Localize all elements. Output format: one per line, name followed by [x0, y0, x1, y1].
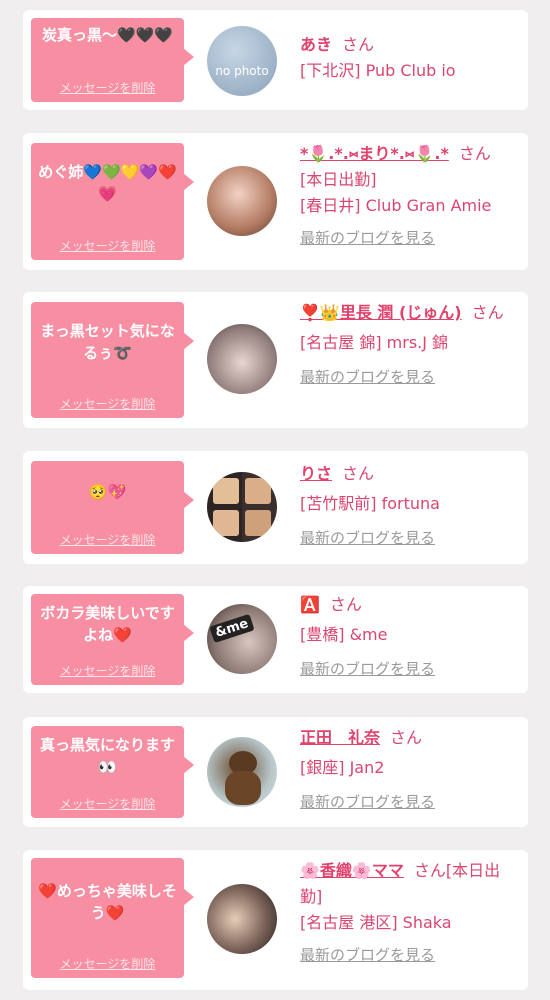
profile-info: りさ さん [苫竹駅前] fortuna 最新のブログを見る [300, 461, 520, 551]
message-bubble: 🥺💖 メッセージを削除 [31, 461, 194, 554]
honorific: さん [329, 595, 362, 614]
profile-name[interactable]: あき [300, 35, 332, 54]
message-bubble: まっ黒セット気になるぅ➰ メッセージを削除 [31, 302, 194, 418]
message-bubble: めぐ姉💙💚💛💜❤️💗 メッセージを削除 [31, 143, 194, 260]
delete-message-link[interactable]: メッセージを削除 [31, 531, 184, 548]
status-line: [本日出勤] [300, 170, 377, 189]
delete-message-link[interactable]: メッセージを削除 [31, 662, 184, 679]
profile-info: *🌷.*.⑅まり*.⑅🌷.* さん [本日出勤] [春日井] Club Gran … [300, 141, 520, 251]
profile-info: 🌸香織🌸ママ さん[本日出勤] [名古屋 港区] Shaka 最新のブログを見る [300, 858, 520, 968]
message-card: めぐ姉💙💚💛💜❤️💗 メッセージを削除 *🌷.*.⑅まり*.⑅🌷.* さん [本日… [23, 133, 528, 270]
message-text: ボカラ美味しいですよね❤️ [40, 604, 175, 644]
profile-name[interactable]: りさ [300, 464, 332, 483]
honorific: さん [471, 303, 504, 322]
message-text: めぐ姉💙💚💛💜❤️💗 [38, 163, 177, 203]
delete-message-link[interactable]: メッセージを削除 [31, 955, 184, 972]
delete-message-link[interactable]: メッセージを削除 [31, 237, 184, 254]
shop-line: [苫竹駅前] fortuna [300, 494, 440, 513]
message-text: 真っ黒気になります👀 [39, 736, 175, 776]
shop-line: [名古屋 錦] mrs.J 錦 [300, 333, 449, 352]
avatar[interactable]: no photo [207, 26, 277, 96]
delete-message-link[interactable]: メッセージを削除 [31, 395, 184, 412]
avatar-brand-text: &me [209, 613, 255, 644]
message-card: ❤️めっちゃ美味しそう❤️ メッセージを削除 🌸香織🌸ママ さん[本日出勤] [名… [23, 850, 528, 990]
avatar[interactable] [207, 324, 277, 394]
message-bubble: 炭真っ黒〜🖤🖤🖤 メッセージを削除 [31, 18, 194, 102]
message-card: 炭真っ黒〜🖤🖤🖤 メッセージを削除 no photo あき さん [下北沢] Pu… [23, 10, 528, 110]
profile-info: ❣️👑里長 潤 (じゅん) さん [名古屋 錦] mrs.J 錦 最新のブログを見… [300, 300, 520, 390]
shop-line: [名古屋 港区] Shaka [300, 913, 452, 932]
avatar[interactable] [207, 884, 277, 954]
message-bubble: ❤️めっちゃ美味しそう❤️ メッセージを削除 [31, 858, 194, 978]
honorific: さん [342, 35, 375, 54]
message-bubble: 真っ黒気になります👀 メッセージを削除 [31, 726, 194, 818]
latest-blog-link[interactable]: 最新のブログを見る [300, 942, 520, 968]
message-card: まっ黒セット気になるぅ➰ メッセージを削除 ❣️👑里長 潤 (じゅん) さん [名… [23, 292, 528, 428]
honorific: さん [390, 728, 423, 747]
avatar[interactable] [207, 166, 277, 236]
message-bubble: ボカラ美味しいですよね❤️ メッセージを削除 [31, 594, 194, 685]
delete-message-link[interactable]: メッセージを削除 [31, 795, 184, 812]
message-text: ❤️めっちゃ美味しそう❤️ [38, 882, 177, 922]
profile-name[interactable]: 🅰️ [300, 595, 320, 614]
message-card: 🥺💖 メッセージを削除 りさ さん [苫竹駅前] fortuna 最新のブログを見… [23, 451, 528, 564]
honorific: さん [458, 144, 491, 163]
profile-info: 正田 礼奈 さん [銀座] Jan2 最新のブログを見る [300, 725, 520, 815]
honorific: さん [413, 861, 446, 880]
latest-blog-link[interactable]: 最新のブログを見る [300, 525, 520, 551]
shop-line: [豊橋] &me [300, 625, 388, 644]
avatar[interactable] [207, 472, 277, 542]
latest-blog-link[interactable]: 最新のブログを見る [300, 364, 520, 390]
profile-name[interactable]: 正田 礼奈 [300, 728, 380, 747]
profile-name[interactable]: *🌷.*.⑅まり*.⑅🌷.* [300, 144, 449, 163]
avatar-no-photo-text: no photo [215, 64, 269, 78]
profile-info: あき さん [下北沢] Pub Club io [300, 32, 520, 84]
shop-line: [銀座] Jan2 [300, 758, 385, 777]
latest-blog-link[interactable]: 最新のブログを見る [300, 656, 520, 682]
delete-message-link[interactable]: メッセージを削除 [31, 79, 184, 96]
profile-name[interactable]: 🌸香織🌸ママ [300, 861, 404, 880]
message-card: ボカラ美味しいですよね❤️ メッセージを削除 &me 🅰️ さん [豊橋] &me… [23, 586, 528, 693]
shop-line: [下北沢] Pub Club io [300, 61, 456, 80]
avatar[interactable] [207, 737, 277, 807]
profile-name[interactable]: ❣️👑里長 潤 (じゅん) [300, 303, 462, 322]
message-text: 炭真っ黒〜🖤🖤🖤 [41, 26, 174, 44]
avatar[interactable]: &me [207, 604, 277, 674]
shop-line: [春日井] Club Gran Amie [300, 196, 492, 215]
message-card: 真っ黒気になります👀 メッセージを削除 正田 礼奈 さん [銀座] Jan2 最新… [23, 717, 528, 827]
message-text: まっ黒セット気になるぅ➰ [40, 322, 175, 362]
latest-blog-link[interactable]: 最新のブログを見る [300, 225, 520, 251]
profile-info: 🅰️ さん [豊橋] &me 最新のブログを見る [300, 592, 520, 682]
latest-blog-link[interactable]: 最新のブログを見る [300, 789, 520, 815]
message-text: 🥺💖 [88, 483, 127, 501]
honorific: さん [342, 464, 375, 483]
